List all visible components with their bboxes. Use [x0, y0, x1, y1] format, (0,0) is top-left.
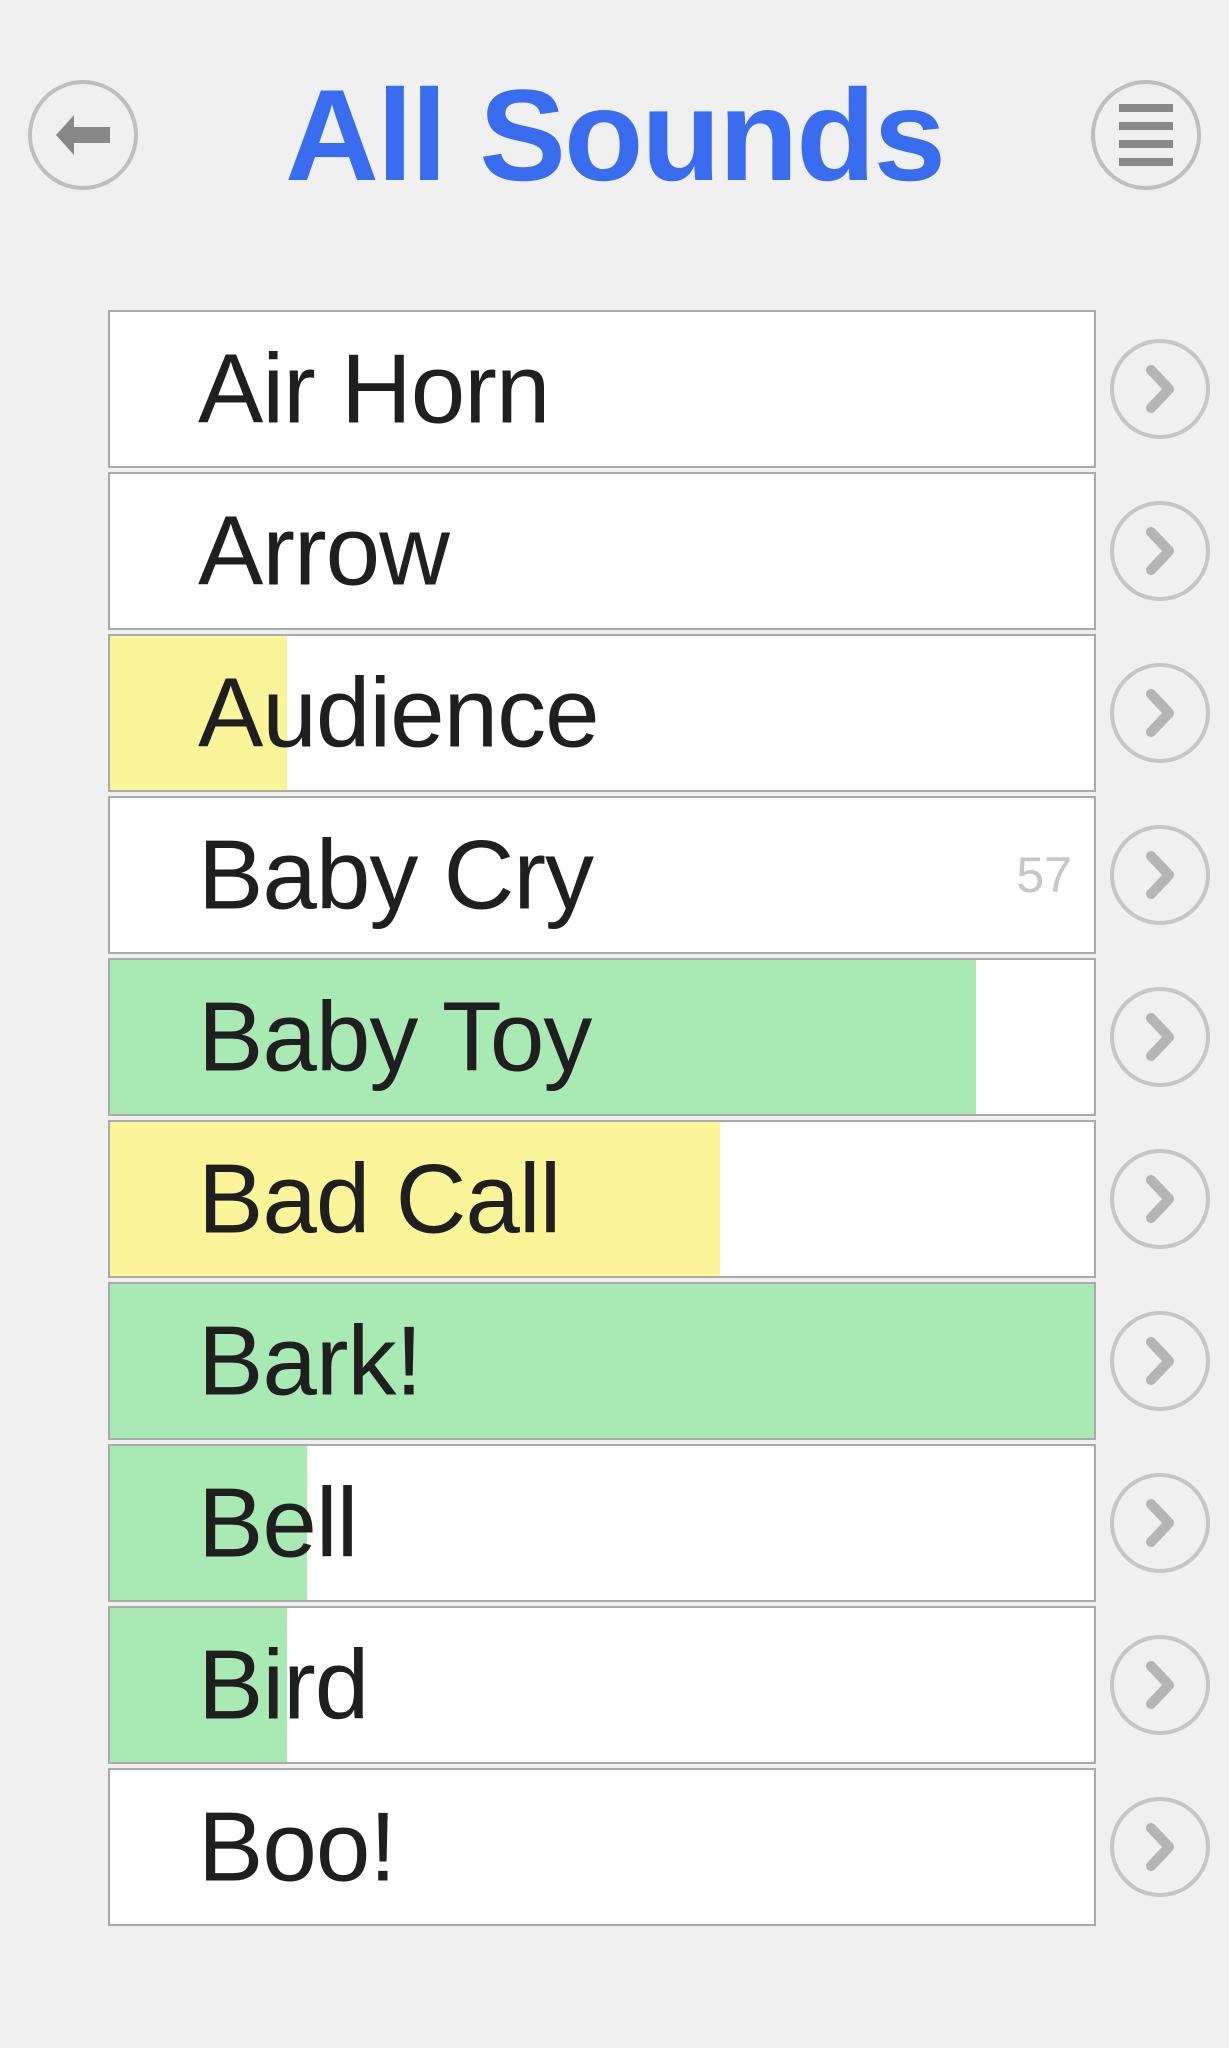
- sound-label: Bark!: [198, 1305, 422, 1418]
- list-item: Bark!: [0, 1282, 1229, 1440]
- detail-button[interactable]: [1110, 1635, 1210, 1735]
- chevron-right-icon: [1143, 1822, 1177, 1872]
- back-arrow-icon: [52, 111, 114, 159]
- sound-cell[interactable]: Bell: [108, 1444, 1096, 1602]
- list-item: Bell: [0, 1444, 1229, 1602]
- list-item: Baby Toy: [0, 958, 1229, 1116]
- list-item: Baby Cry 57: [0, 796, 1229, 954]
- sound-cell[interactable]: Arrow: [108, 472, 1096, 630]
- sound-label: Baby Cry: [198, 819, 593, 932]
- menu-button[interactable]: [1091, 80, 1201, 190]
- list-item: Bird: [0, 1606, 1229, 1764]
- header: All Sounds: [0, 0, 1229, 240]
- sound-list: Air Horn Arrow Audience Baby Cry 57 Baby Toy B…: [0, 310, 1229, 2048]
- chevron-right-icon: [1143, 364, 1177, 414]
- sound-label: Boo!: [198, 1791, 396, 1904]
- chevron-right-icon: [1143, 526, 1177, 576]
- count-badge: 57: [1016, 846, 1072, 904]
- menu-icon: [1119, 104, 1173, 166]
- sound-cell[interactable]: Bark!: [108, 1282, 1096, 1440]
- detail-button[interactable]: [1110, 1149, 1210, 1249]
- sound-label: Bad Call: [198, 1143, 560, 1256]
- sound-cell[interactable]: Bird: [108, 1606, 1096, 1764]
- sound-cell[interactable]: Baby Cry 57: [108, 796, 1096, 954]
- sound-cell[interactable]: Baby Toy: [108, 958, 1096, 1116]
- detail-button[interactable]: [1110, 825, 1210, 925]
- detail-button[interactable]: [1110, 1473, 1210, 1573]
- sound-cell[interactable]: Air Horn: [108, 310, 1096, 468]
- back-button[interactable]: [28, 80, 138, 190]
- list-item: Bad Call: [0, 1120, 1229, 1278]
- sound-cell[interactable]: Bad Call: [108, 1120, 1096, 1278]
- detail-button[interactable]: [1110, 339, 1210, 439]
- chevron-right-icon: [1143, 850, 1177, 900]
- chevron-right-icon: [1143, 1174, 1177, 1224]
- detail-button[interactable]: [1110, 501, 1210, 601]
- chevron-right-icon: [1143, 1498, 1177, 1548]
- sound-cell[interactable]: Boo!: [108, 1768, 1096, 1926]
- sound-label: Arrow: [198, 495, 449, 608]
- detail-button[interactable]: [1110, 1311, 1210, 1411]
- list-item: Arrow: [0, 472, 1229, 630]
- sound-label: Baby Toy: [198, 981, 591, 1094]
- sound-label: Bell: [198, 1467, 357, 1580]
- app-root: All Sounds Air Horn Arrow Audience Baby Cry…: [0, 0, 1229, 2048]
- sound-label: Air Horn: [198, 333, 549, 446]
- chevron-right-icon: [1143, 1336, 1177, 1386]
- chevron-right-icon: [1143, 1012, 1177, 1062]
- detail-button[interactable]: [1110, 987, 1210, 1087]
- list-item: Audience: [0, 634, 1229, 792]
- sound-label: Bird: [198, 1629, 368, 1742]
- detail-button[interactable]: [1110, 663, 1210, 763]
- page-title: All Sounds: [138, 60, 1091, 210]
- list-item: Boo!: [0, 1768, 1229, 1926]
- list-item: Air Horn: [0, 310, 1229, 468]
- chevron-right-icon: [1143, 688, 1177, 738]
- sound-label: Audience: [198, 657, 599, 770]
- detail-button[interactable]: [1110, 1797, 1210, 1897]
- chevron-right-icon: [1143, 1660, 1177, 1710]
- sound-cell[interactable]: Audience: [108, 634, 1096, 792]
